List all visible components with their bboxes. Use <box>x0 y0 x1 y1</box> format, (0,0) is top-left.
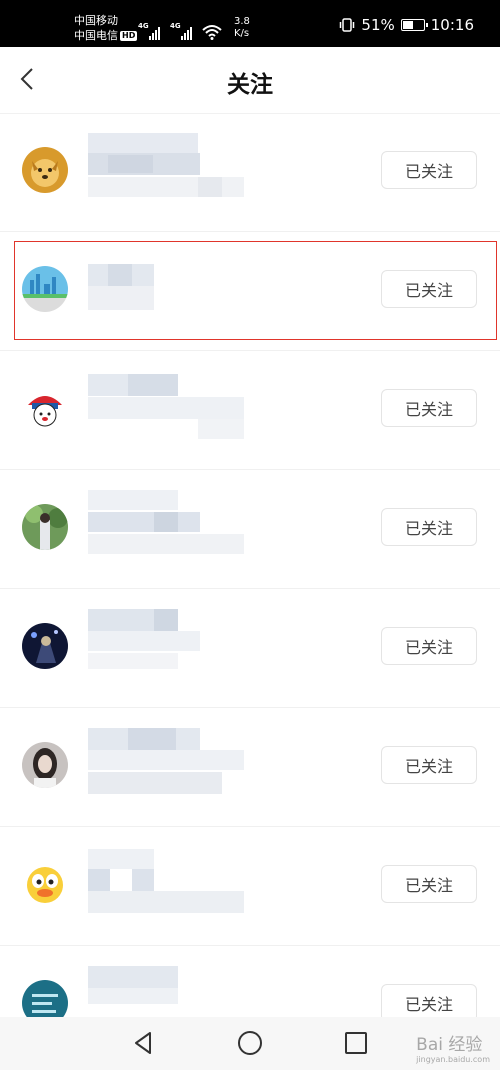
list-item[interactable]: 已关注 <box>0 470 500 589</box>
signal-1-icon: 4G <box>138 22 160 40</box>
blurred-name <box>88 847 268 927</box>
list-item[interactable]: 已关注 <box>0 708 500 827</box>
blurred-name <box>88 728 268 808</box>
speed-unit: K/s <box>234 28 250 39</box>
speed-value: 3.8 <box>234 16 250 27</box>
followed-button[interactable]: 已关注 <box>381 746 477 784</box>
signal-group: 4G 4G 3.8 K/s <box>138 16 250 40</box>
cartoon-avatar-icon[interactable] <box>22 385 68 431</box>
network-1-label: 4G <box>138 22 149 30</box>
vibrate-icon <box>340 18 355 32</box>
list-item[interactable]: 已关注 <box>0 589 500 708</box>
back-triangle-icon[interactable] <box>130 1029 158 1057</box>
wifi-icon <box>202 25 222 40</box>
baidu-watermark: Bai 经验 jingyan.baidu.com <box>416 1030 490 1064</box>
list-item[interactable]: 已关注 <box>0 113 500 232</box>
blurred-name <box>88 252 268 332</box>
followed-button[interactable]: 已关注 <box>381 389 477 427</box>
battery-icon <box>400 19 428 31</box>
blurred-name <box>88 133 268 213</box>
status-bar: 中国移动 中国电信 HD 4G 4G 3.8 K/s 51% 10:16 <box>0 0 500 47</box>
network-speed: 3.8 K/s <box>234 16 250 40</box>
dog-avatar-icon[interactable] <box>22 147 68 193</box>
hd-badge: HD <box>120 31 138 41</box>
clock: 10:16 <box>430 16 474 34</box>
followed-button[interactable]: 已关注 <box>381 151 477 189</box>
page-header: 关注 <box>0 47 500 114</box>
followed-button[interactable]: 已关注 <box>381 270 477 308</box>
list-item[interactable]: 已关注 <box>0 232 500 351</box>
night-scene-avatar-icon[interactable] <box>22 623 68 669</box>
list-item[interactable]: 已关注 <box>0 827 500 946</box>
page-title: 关注 <box>227 72 273 98</box>
followed-button[interactable]: 已关注 <box>381 865 477 903</box>
home-circle-icon[interactable] <box>236 1029 264 1057</box>
follow-list: 已关注 已关注 已关注 已关注 已关注 已关注 已关注 已关注 <box>0 113 500 1065</box>
list-item[interactable]: 已关注 <box>0 351 500 470</box>
watermark-subtext: jingyan.baidu.com <box>416 1055 490 1064</box>
watermark-text: Bai 经验 <box>416 1035 483 1055</box>
signal-2-icon: 4G <box>170 22 192 40</box>
system-nav-bar: Bai 经验 jingyan.baidu.com <box>0 1017 500 1070</box>
person-garden-avatar-icon[interactable] <box>22 504 68 550</box>
carrier-1-label: 中国移动 <box>74 14 118 27</box>
followed-button[interactable]: 已关注 <box>381 508 477 546</box>
recents-square-icon[interactable] <box>342 1029 370 1057</box>
battery-percent: 51% <box>361 16 395 34</box>
duck-cartoon-avatar-icon[interactable] <box>22 861 68 907</box>
blurred-name <box>88 490 268 570</box>
network-2-label: 4G <box>170 22 181 30</box>
followed-button[interactable]: 已关注 <box>381 627 477 665</box>
carrier-2-label: 中国电信 <box>74 29 118 42</box>
blurred-name <box>88 371 268 451</box>
portrait-avatar-icon[interactable] <box>22 742 68 788</box>
city-avatar-icon[interactable] <box>22 266 68 312</box>
blurred-name <box>88 609 268 689</box>
carrier-info: 中国移动 中国电信 HD <box>74 13 138 43</box>
status-right: 51% 10:16 <box>339 16 474 34</box>
